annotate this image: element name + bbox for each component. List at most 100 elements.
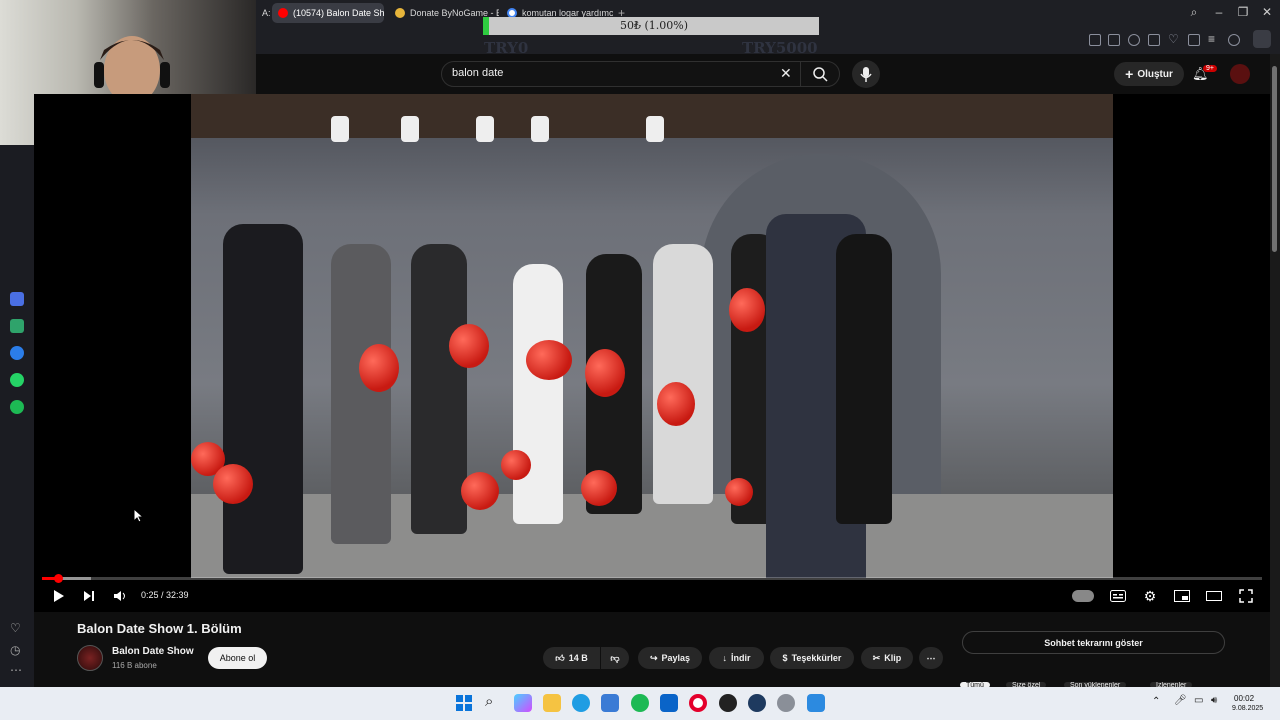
progress-bar[interactable] xyxy=(42,577,1262,580)
messenger-icon[interactable] xyxy=(10,346,24,360)
balloon xyxy=(213,464,253,504)
download-icon: ↓ xyxy=(722,653,728,663)
spotlight xyxy=(476,116,494,142)
channel-name[interactable]: Balon Date Show xyxy=(112,646,194,657)
microphone-icon xyxy=(860,67,872,82)
host-figure xyxy=(223,224,303,574)
remote-desktop-icon[interactable] xyxy=(807,694,825,712)
file-explorer-icon[interactable] xyxy=(543,694,561,712)
clip-button[interactable]: ✂ Klip xyxy=(861,647,913,669)
spotlight xyxy=(331,116,349,142)
whatsapp-icon[interactable] xyxy=(10,373,24,387)
spotify-icon[interactable] xyxy=(10,400,24,414)
obs-icon[interactable] xyxy=(719,694,737,712)
more-icon: ⋯ xyxy=(926,652,936,663)
balloon xyxy=(657,382,695,426)
video-frame[interactable] xyxy=(191,94,1113,578)
windows-start-icon[interactable] xyxy=(455,694,473,712)
share-button[interactable]: ↪ Paylaş xyxy=(638,647,702,669)
more-icon[interactable]: ⋯ xyxy=(10,663,22,677)
search-button[interactable] xyxy=(800,61,840,87)
contestant-figure xyxy=(331,244,391,544)
edit-icon[interactable] xyxy=(1089,34,1101,46)
balloon xyxy=(359,344,399,392)
tab-label: A: xyxy=(262,8,270,18)
tab-balon-date-show[interactable]: (10574) Balon Date Show xyxy=(272,3,384,23)
theater-mode-button[interactable] xyxy=(1205,587,1223,605)
show-chat-replay-button[interactable]: Sohbet tekrarını göster xyxy=(962,631,1225,654)
browser-search-icon[interactable]: ⌕ xyxy=(1185,5,1203,20)
settings-button[interactable]: ⚙ xyxy=(1141,587,1159,605)
volume-tray-icon[interactable]: 🔊︎ xyxy=(1211,695,1217,706)
network-icon[interactable]: ▭ xyxy=(1194,695,1203,706)
share-label: Paylaş xyxy=(661,653,691,663)
share-icon: ↪ xyxy=(649,652,658,663)
menu-icon[interactable]: ≡ xyxy=(1208,32,1215,46)
app-store-icon[interactable] xyxy=(10,292,24,306)
download-button[interactable]: ↓ İndir xyxy=(709,647,764,669)
like-button[interactable]: 👍︎ 14 B xyxy=(543,647,600,669)
tray-chevron-icon[interactable]: ⌃ xyxy=(1152,696,1160,707)
heart-icon[interactable]: ♡ xyxy=(1168,32,1179,46)
clear-search-icon[interactable]: ✕ xyxy=(780,65,792,82)
download-icon[interactable] xyxy=(1188,34,1200,46)
subtitles-icon xyxy=(1110,590,1126,602)
minimize-icon[interactable]: – xyxy=(1210,5,1228,19)
edge-icon[interactable] xyxy=(572,694,590,712)
thumbs-down-icon: 👎︎ xyxy=(610,652,620,663)
autoplay-toggle[interactable] xyxy=(1072,590,1094,602)
thanks-label: Teşekkürler xyxy=(791,653,842,663)
search-input[interactable] xyxy=(452,67,752,79)
shield-icon[interactable] xyxy=(1128,34,1140,46)
subscribe-button[interactable]: Abone ol xyxy=(208,647,267,669)
voice-search-button[interactable] xyxy=(852,60,880,88)
taskbar-search-icon[interactable]: ⌕ xyxy=(485,693,493,710)
next-button[interactable] xyxy=(80,587,98,605)
donation-progress-bar: 50₺ (1.00%) xyxy=(483,17,819,35)
play-icon xyxy=(54,590,64,602)
create-label: Oluştur xyxy=(1137,68,1173,80)
close-window-icon[interactable]: ✕ xyxy=(1258,5,1276,19)
dislike-button[interactable]: 👎︎ xyxy=(601,647,629,669)
clock-time[interactable]: 00:02 xyxy=(1234,694,1254,703)
progress-scrubber[interactable] xyxy=(53,574,63,583)
volume-button[interactable] xyxy=(111,587,129,605)
play-button[interactable] xyxy=(50,587,68,605)
more-actions-button[interactable]: ⋯ xyxy=(919,647,943,669)
outlook-icon[interactable] xyxy=(660,694,678,712)
extension-icon[interactable] xyxy=(1253,30,1271,48)
copilot-icon[interactable] xyxy=(514,694,532,712)
tab-first[interactable]: A: xyxy=(256,3,270,23)
heart-icon[interactable]: ♡ xyxy=(10,621,21,635)
create-button[interactable]: + Oluştur xyxy=(1114,62,1184,86)
spotify-icon[interactable] xyxy=(631,694,649,712)
contestant-figure xyxy=(653,244,713,504)
opera-icon[interactable] xyxy=(689,694,707,712)
youtube-icon xyxy=(278,8,288,18)
camera-icon[interactable] xyxy=(1108,34,1120,46)
settings-icon[interactable] xyxy=(777,694,795,712)
maximize-icon[interactable]: ❐ xyxy=(1234,5,1252,19)
subtitles-button[interactable] xyxy=(1109,587,1127,605)
fullscreen-button[interactable] xyxy=(1237,587,1255,605)
channel-avatar[interactable] xyxy=(77,645,103,671)
chatgpt-icon[interactable] xyxy=(10,319,24,333)
thumbs-up-icon: 👍︎ xyxy=(555,652,565,663)
thanks-button[interactable]: $ Teşekkürler xyxy=(770,647,854,669)
store-icon[interactable] xyxy=(601,694,619,712)
balloon xyxy=(449,324,489,368)
clock-date[interactable]: 9.08.2025 xyxy=(1232,705,1263,712)
balloon xyxy=(501,450,531,480)
next-icon xyxy=(84,591,94,601)
vpn-icon[interactable] xyxy=(748,694,766,712)
history-icon[interactable]: ◷ xyxy=(10,643,20,657)
play-icon[interactable] xyxy=(1148,34,1160,46)
subscriber-count: 116 B abone xyxy=(112,661,157,670)
microphone-tray-icon[interactable]: 🎤︎ xyxy=(1174,695,1187,706)
profile-icon[interactable] xyxy=(1228,34,1240,46)
avatar[interactable] xyxy=(1230,64,1250,84)
plus-icon: + xyxy=(1125,66,1134,82)
scrollbar-thumb[interactable] xyxy=(1272,66,1277,252)
miniplayer-button[interactable] xyxy=(1173,587,1191,605)
volume-icon xyxy=(114,591,125,601)
